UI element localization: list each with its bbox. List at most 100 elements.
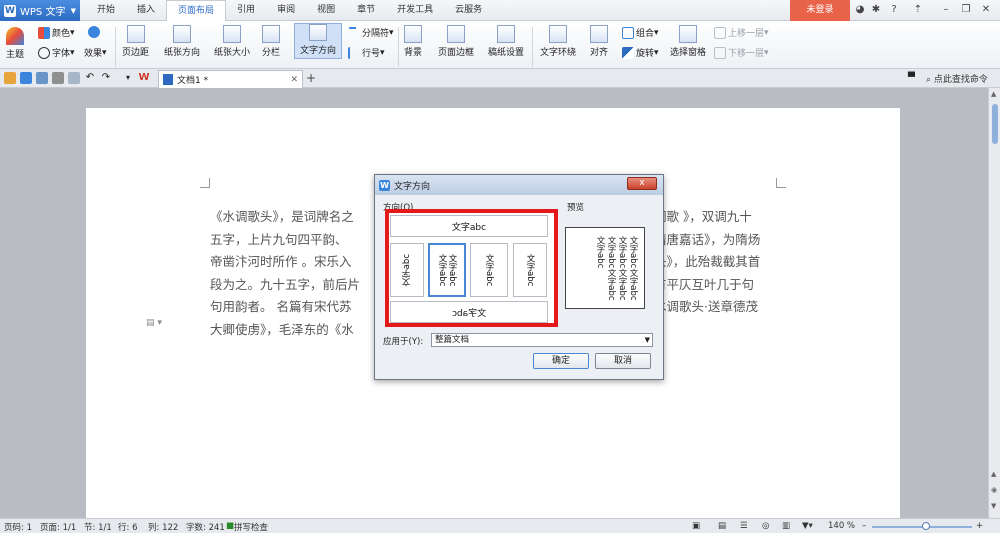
- close-tab-icon[interactable]: ✕: [290, 75, 298, 85]
- skin-icon[interactable]: ◕: [852, 2, 868, 18]
- status-column: 列: 122: [148, 523, 179, 533]
- redo-icon[interactable]: ↷: [100, 72, 112, 84]
- tab-page-layout[interactable]: 页面布局: [166, 0, 227, 21]
- wps-docs-icon[interactable]: W: [138, 72, 150, 84]
- group-icon: [622, 26, 634, 39]
- background-button[interactable]: 背景: [404, 25, 422, 58]
- preview-label: 预览: [567, 203, 585, 213]
- color-button[interactable]: 颜色 ▾: [38, 26, 75, 39]
- tab-references[interactable]: 引用: [226, 0, 266, 21]
- manuscript-button[interactable]: 稿纸设置: [488, 25, 524, 58]
- tab-view[interactable]: 视图: [306, 0, 346, 21]
- status-spell-check[interactable]: 拼写检查: [234, 521, 268, 533]
- undo-icon[interactable]: ↶: [84, 72, 96, 84]
- scroll-thumb[interactable]: [992, 104, 998, 144]
- cancel-button[interactable]: 取消: [595, 353, 651, 369]
- direction-option-vertical-ltr[interactable]: 文字abc: [470, 243, 508, 297]
- effect-button[interactable]: 效果 ▾: [84, 46, 107, 60]
- reading-view-icon[interactable]: ▥: [782, 521, 790, 531]
- rotate-button[interactable]: 旋转 ▾: [622, 46, 659, 59]
- tab-start[interactable]: 开始: [86, 0, 126, 21]
- protect-view-icon[interactable]: ▼▾: [802, 521, 813, 531]
- dialog-close-button[interactable]: x: [627, 177, 657, 190]
- chevron-down-icon[interactable]: ▾: [122, 72, 134, 84]
- selection-pane-button[interactable]: 选择窗格: [670, 25, 706, 58]
- login-button[interactable]: 未登录: [790, 0, 850, 21]
- direction-option-upside-down[interactable]: 文字abc: [390, 301, 548, 323]
- tab-insert[interactable]: 插入: [126, 0, 166, 21]
- status-word-count[interactable]: 字数: 241: [186, 521, 225, 533]
- export-pdf-icon[interactable]: [36, 72, 48, 84]
- wps-app-menu-button[interactable]: W WPS 文字 ▼: [0, 0, 80, 21]
- new-tab-icon[interactable]: +: [306, 71, 316, 85]
- tab-cloud[interactable]: 云服务: [444, 0, 493, 21]
- page-border-button[interactable]: 页面边框: [438, 25, 474, 58]
- margin-icon: [126, 25, 145, 43]
- page-view-icon[interactable]: ▤: [718, 521, 726, 531]
- apply-to-select[interactable]: 整篇文档 ▼: [431, 333, 653, 347]
- settings-icon[interactable]: ✱: [868, 2, 884, 18]
- save-icon[interactable]: [20, 72, 32, 84]
- help-icon[interactable]: ?: [886, 2, 902, 18]
- direction-option-vertical-rtl[interactable]: 文字abc 文字abc: [428, 243, 466, 297]
- rainbow-icon: [6, 27, 24, 45]
- print-preview-icon[interactable]: [68, 72, 80, 84]
- app-name: WPS 文字: [20, 7, 66, 18]
- restore-ribbon-icon[interactable]: ⇡: [910, 2, 926, 18]
- tab-review[interactable]: 审阅: [266, 0, 306, 21]
- zoom-level[interactable]: 140 %: [828, 521, 855, 531]
- open-icon[interactable]: [4, 72, 16, 84]
- zoom-out-icon[interactable]: –: [862, 521, 866, 531]
- send-backward-button[interactable]: 下移一层 ▾: [714, 46, 769, 59]
- effect-icon-button[interactable]: [88, 26, 102, 38]
- bring-forward-icon: [714, 26, 726, 39]
- web-view-icon[interactable]: ◎: [762, 521, 769, 531]
- dialog-title-bar[interactable]: W 文字方向: [375, 175, 663, 195]
- scroll-down-page-icon[interactable]: ◉: [991, 486, 997, 494]
- bring-forward-button[interactable]: 上移一层 ▾: [714, 26, 769, 39]
- status-section: 节: 1/1: [84, 523, 112, 533]
- outline-view-icon[interactable]: ☰: [740, 521, 748, 531]
- zoom-slider-handle[interactable]: [922, 522, 930, 530]
- margin-button[interactable]: 页边距: [122, 25, 149, 58]
- direction-option-rotated-ccw[interactable]: 文字abc: [390, 243, 424, 297]
- paragraph-handle-icon[interactable]: ▤ ▾: [146, 318, 162, 328]
- print-icon[interactable]: [52, 72, 64, 84]
- document-text-right[interactable]: 调歌 》，双调九十 隋唐嘉话》，为隋炀 头》，此殆裁截其首 有平仄互叶几于句 水…: [654, 206, 784, 341]
- color-label: 颜色: [52, 29, 71, 39]
- comment-icon[interactable]: ▀: [908, 72, 920, 84]
- columns-button[interactable]: 分栏: [262, 25, 280, 58]
- theme-button[interactable]: 主题: [6, 27, 24, 60]
- line-numbers-button[interactable]: 行号 ▾: [348, 46, 385, 59]
- document-tab[interactable]: 文档1 * ✕: [158, 70, 303, 88]
- search-icon: ⌕: [926, 75, 932, 85]
- text-direction-button[interactable]: 文字方向: [294, 23, 342, 59]
- apply-to-label: 应用于(Y):: [383, 337, 424, 347]
- breaks-button[interactable]: 分隔符 ▾: [348, 26, 394, 39]
- close-icon[interactable]: ✕: [978, 2, 994, 18]
- group-button[interactable]: 组合 ▾: [622, 26, 659, 39]
- orientation-button[interactable]: 纸张方向: [164, 25, 200, 58]
- tab-developer[interactable]: 开发工具: [386, 0, 444, 21]
- vertical-scrollbar[interactable]: ▲ ▲ ◉ ▼: [988, 88, 1000, 518]
- scroll-up-page-icon[interactable]: ▲: [991, 470, 996, 478]
- full-screen-icon[interactable]: ▣: [692, 521, 700, 531]
- direction-option-horizontal[interactable]: 文字abc: [390, 215, 548, 237]
- align-button[interactable]: 对齐: [590, 25, 608, 58]
- font-button[interactable]: 字体 ▾: [38, 46, 75, 59]
- scroll-up-icon[interactable]: ▲: [991, 90, 996, 98]
- ok-button[interactable]: 确定: [533, 353, 589, 369]
- paper-size-button[interactable]: 纸张大小: [214, 25, 250, 58]
- minimize-icon[interactable]: –: [938, 2, 954, 18]
- palette-icon: [38, 26, 50, 39]
- apply-to-value: 整篇文档: [435, 335, 470, 345]
- scroll-down-icon[interactable]: ▼: [991, 502, 996, 510]
- text-wrap-button[interactable]: 文字环绕: [540, 25, 576, 58]
- tab-chapter[interactable]: 章节: [346, 0, 386, 21]
- send-backward-label: 下移一层: [728, 49, 765, 59]
- command-search[interactable]: ⌕ 点此查找命令: [926, 72, 988, 85]
- zoom-in-icon[interactable]: +: [976, 521, 983, 531]
- margin-corner-mark: [200, 178, 210, 188]
- maximize-icon[interactable]: ❐: [958, 2, 974, 18]
- direction-option-rotated-cw[interactable]: 文字abc: [513, 243, 547, 297]
